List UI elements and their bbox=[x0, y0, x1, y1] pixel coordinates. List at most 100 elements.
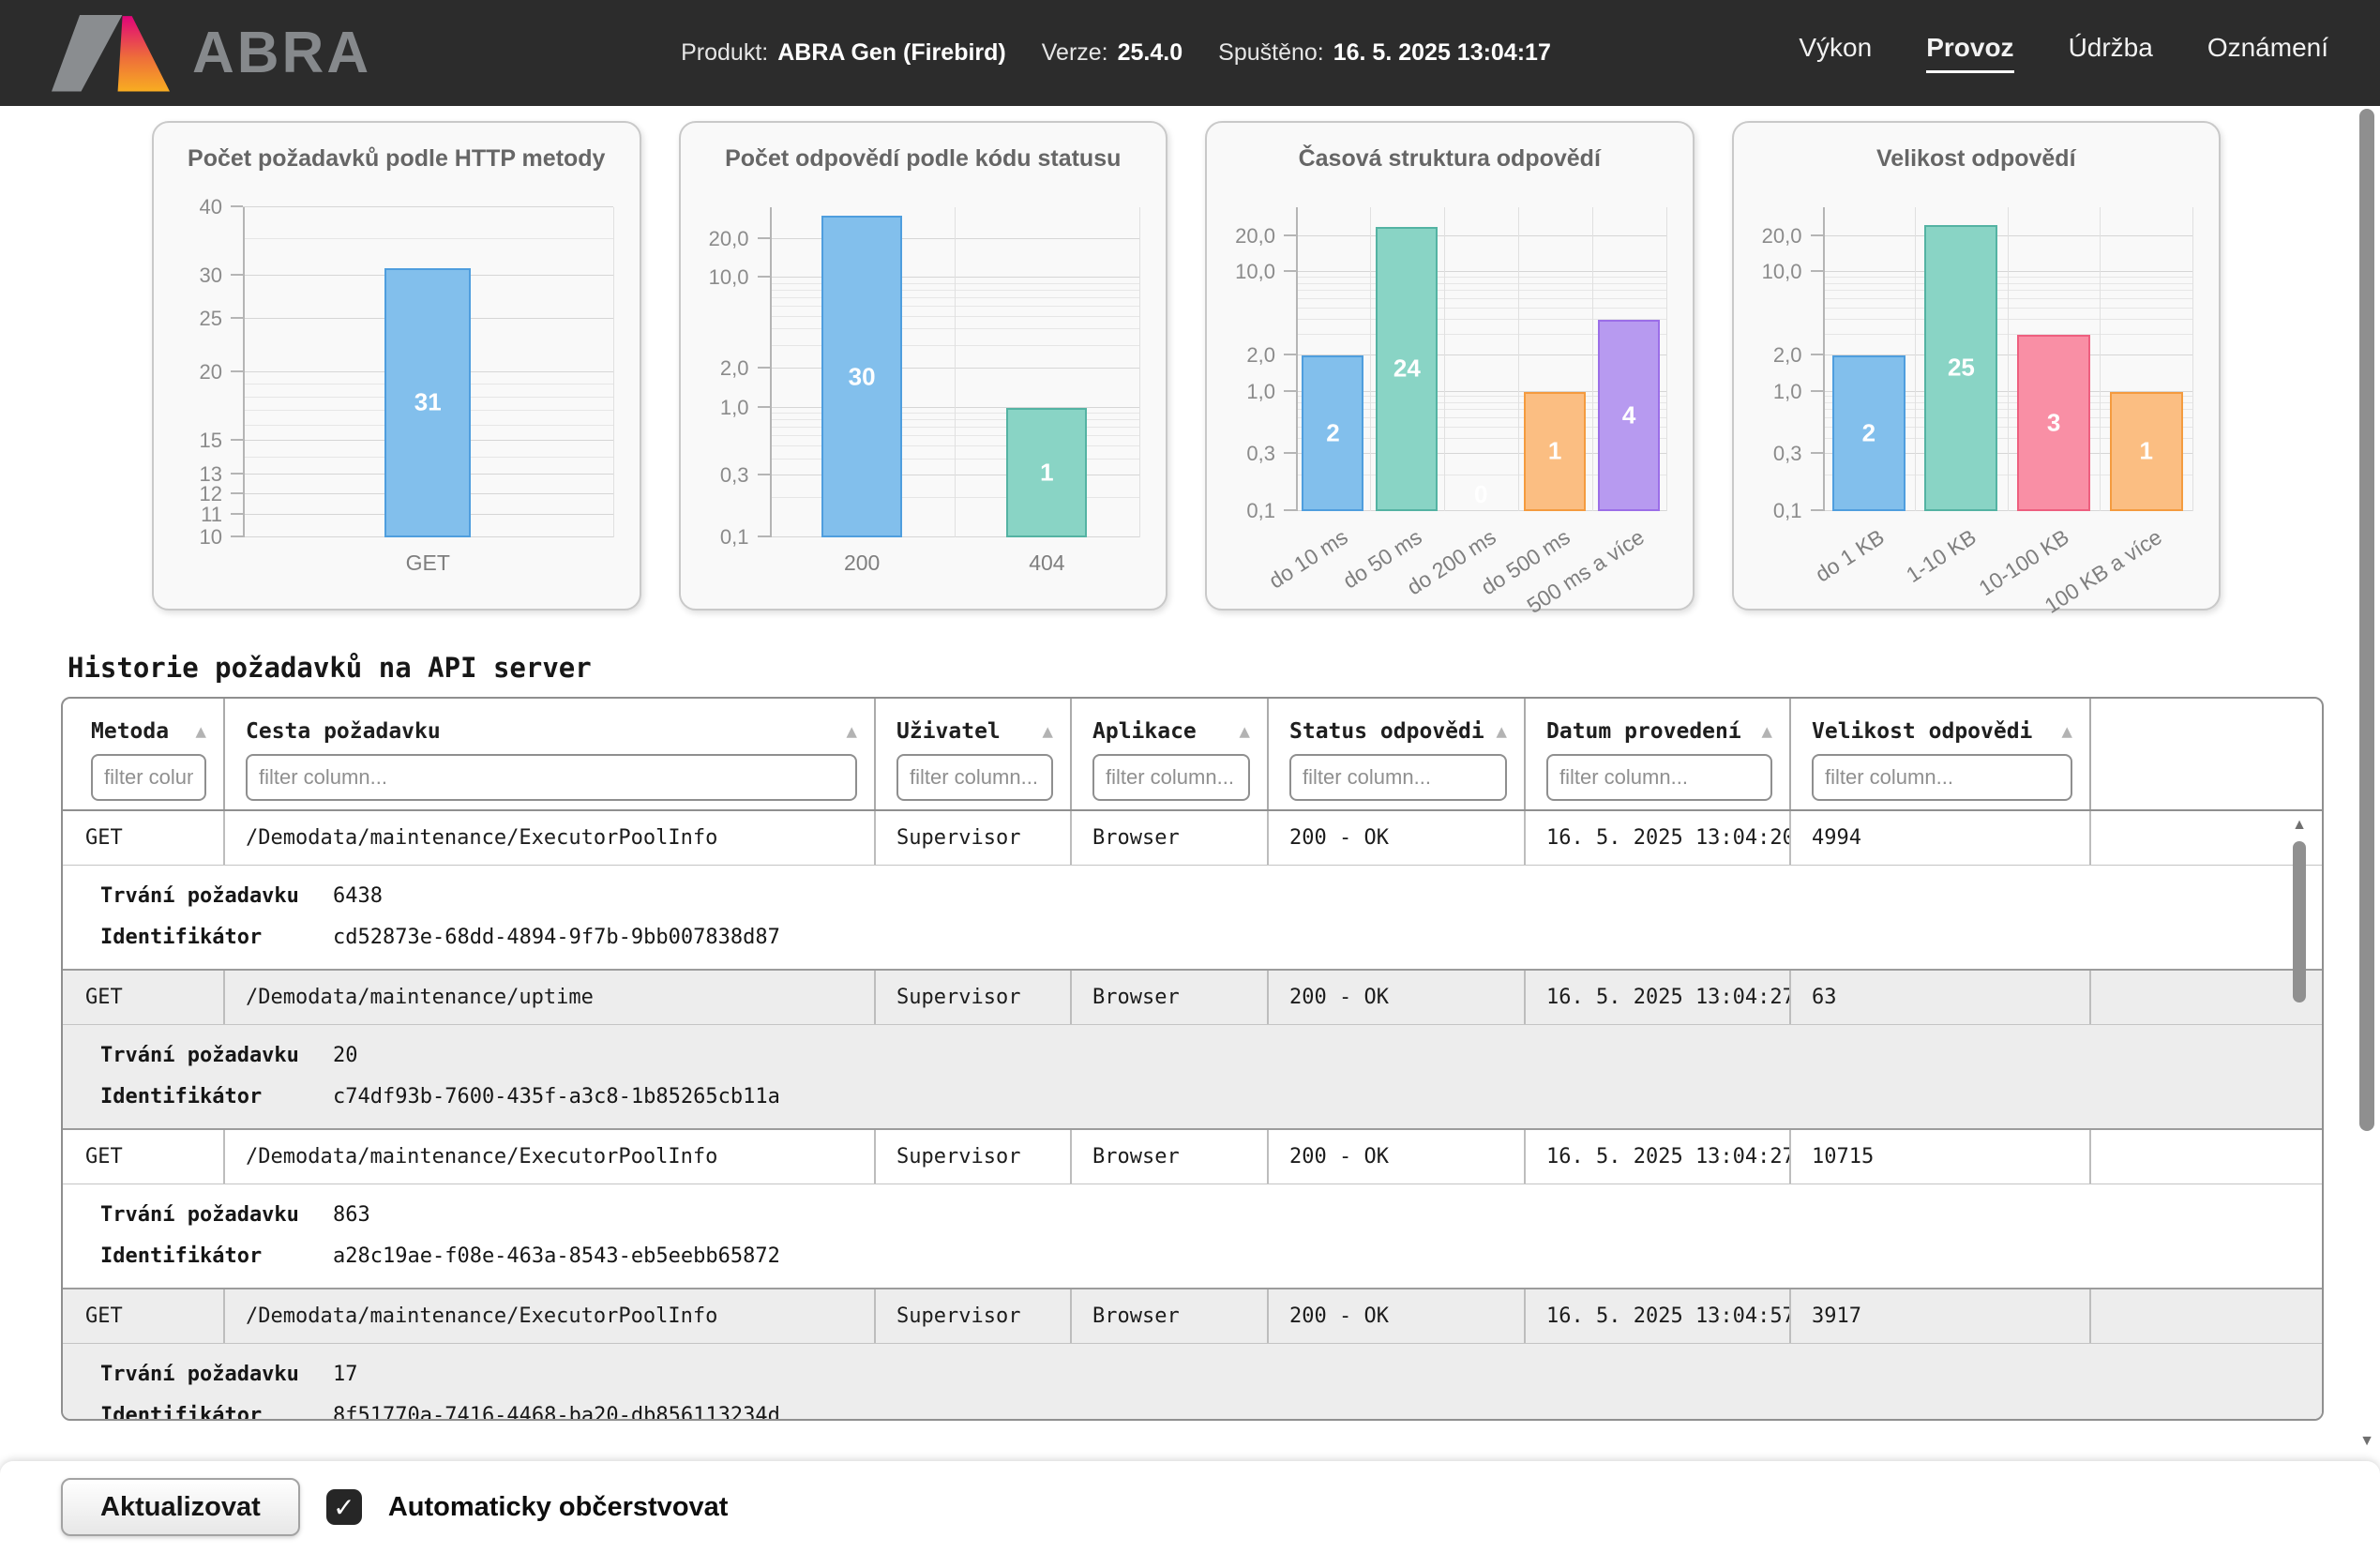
cell-path: /Demodata/maintenance/ExecutorPoolInfo bbox=[223, 1289, 874, 1343]
bar-value-label: 4 bbox=[1622, 400, 1635, 430]
table-row[interactable]: GET/Demodata/maintenance/uptimeSuperviso… bbox=[63, 971, 2322, 1025]
column-label: Aplikace bbox=[1092, 719, 1197, 744]
grid-vline bbox=[1370, 207, 1371, 511]
nav-item-provoz[interactable]: Provoz bbox=[1926, 33, 2013, 73]
nav-item-udrzba[interactable]: Údržba bbox=[2069, 33, 2153, 73]
filter-input-status[interactable] bbox=[1289, 754, 1507, 801]
column-sort-app[interactable]: Aplikace ▲ bbox=[1092, 714, 1250, 749]
chart-plot: 10111213152025304031GET bbox=[243, 207, 613, 537]
detail-identifier-value: cd52873e-68dd-4894-9f7b-9bb007838d87 bbox=[333, 926, 780, 949]
auto-refresh-checkbox[interactable]: ✓ bbox=[326, 1489, 362, 1525]
detail-duration-label: Trvání požadavku bbox=[100, 1203, 333, 1227]
scroll-up-icon[interactable]: ▲ bbox=[2290, 817, 2309, 834]
grid-vline bbox=[1592, 207, 1593, 511]
gridline bbox=[1296, 283, 1666, 284]
sort-asc-icon[interactable]: ▲ bbox=[1762, 721, 1772, 742]
y-tick-label: 40 bbox=[200, 195, 222, 219]
nav-item-oznameni[interactable]: Oznámení bbox=[2207, 33, 2328, 73]
table-row[interactable]: GET/Demodata/maintenance/ExecutorPoolInf… bbox=[63, 1130, 2322, 1184]
y-tick-label: 10,0 bbox=[1762, 260, 1802, 284]
table-scrollbar[interactable]: ▲ bbox=[2290, 817, 2309, 1413]
table-body: GET/Demodata/maintenance/ExecutorPoolInf… bbox=[63, 811, 2322, 1421]
column-sort-size[interactable]: Velikost odpovědi ▲ bbox=[1812, 714, 2072, 749]
tick-mark bbox=[231, 535, 243, 537]
table-row[interactable]: GET/Demodata/maintenance/ExecutorPoolInf… bbox=[63, 811, 2322, 866]
sort-asc-icon[interactable]: ▲ bbox=[1043, 721, 1053, 742]
y-tick-label: 0,3 bbox=[1773, 442, 1802, 466]
filter-input-user[interactable] bbox=[896, 754, 1053, 801]
tick-mark bbox=[1811, 354, 1823, 355]
column-sort-status[interactable]: Status odpovědi ▲ bbox=[1289, 714, 1507, 749]
sort-asc-icon[interactable]: ▲ bbox=[196, 721, 206, 742]
sort-asc-icon[interactable]: ▲ bbox=[1497, 721, 1507, 742]
main-nav: Výkon Provoz Údržba Oznámení bbox=[1799, 33, 2328, 73]
refresh-button[interactable]: Aktualizovat bbox=[61, 1478, 300, 1536]
row-detail: Trvání požadavku17Identifikátor8f51770a-… bbox=[63, 1344, 2322, 1421]
y-tick-label: 10,0 bbox=[1235, 260, 1275, 284]
x-tick-label: 1-10 KB bbox=[1902, 524, 1981, 588]
detail-identifier-label: Identifikátor bbox=[100, 1404, 333, 1422]
y-tick-label: 0,1 bbox=[720, 525, 749, 550]
detail-duration: Trvání požadavku6438 bbox=[100, 875, 2322, 916]
column-sort-path[interactable]: Cesta požadavku▲ bbox=[246, 714, 857, 749]
bar-200: 30 bbox=[821, 216, 902, 537]
grid-vline bbox=[2100, 207, 2101, 511]
tick-mark bbox=[231, 205, 243, 207]
detail-identifier-value: 8f51770a-7416-4468-ba20-db856113234d bbox=[333, 1404, 780, 1422]
gridline bbox=[243, 206, 613, 207]
y-tick-label: 2,0 bbox=[1246, 343, 1275, 368]
grid-vline bbox=[2192, 207, 2193, 511]
filter-input-size[interactable] bbox=[1812, 754, 2072, 801]
started-group: Spuštěno: 16. 5. 2025 13:04:17 bbox=[1218, 39, 1551, 67]
column-sort-method[interactable]: Metoda▲ bbox=[91, 714, 206, 749]
cell-size: 10715 bbox=[1789, 1130, 2089, 1184]
tick-mark bbox=[758, 237, 770, 239]
grid-vline bbox=[1915, 207, 1916, 511]
column-label: Velikost odpovědi bbox=[1812, 719, 2032, 744]
scroll-down-icon[interactable]: ▼ bbox=[2358, 1433, 2375, 1450]
cell-app: Browser bbox=[1070, 971, 1267, 1024]
filter-input-date[interactable] bbox=[1546, 754, 1772, 801]
sort-asc-icon[interactable]: ▲ bbox=[1240, 721, 1250, 742]
y-tick-label: 15 bbox=[200, 429, 222, 453]
tick-mark bbox=[1284, 452, 1296, 454]
x-tick-label: GET bbox=[406, 550, 450, 576]
filter-input-method[interactable] bbox=[91, 754, 206, 801]
y-tick-label: 2,0 bbox=[720, 356, 749, 381]
tick-mark bbox=[758, 535, 770, 537]
sort-asc-icon[interactable]: ▲ bbox=[2062, 721, 2072, 742]
table-row-group: GET/Demodata/maintenance/uptimeSuperviso… bbox=[63, 971, 2322, 1130]
filter-input-app[interactable] bbox=[1092, 754, 1250, 801]
table-header-row: Metoda▲ Cesta požadavku▲ Uživatel▲ Aplikace… bbox=[63, 699, 2322, 811]
tick-mark bbox=[231, 513, 243, 515]
page-scrollbar-thumb[interactable] bbox=[2359, 109, 2374, 1131]
x-tick-label: do 1 KB bbox=[1811, 524, 1889, 587]
y-tick-label: 0,3 bbox=[720, 463, 749, 488]
version-value: 25.4.0 bbox=[1118, 39, 1183, 67]
chart-card-status-code-count: Počet odpovědí podle kódu statusu 0,10,3… bbox=[679, 121, 1168, 611]
tick-mark bbox=[231, 274, 243, 276]
cell-method: GET bbox=[63, 1289, 223, 1343]
grid-vline bbox=[1518, 207, 1519, 511]
page-scrollbar[interactable]: ▼ bbox=[2358, 107, 2375, 1450]
bar-500 ms a více: 4 bbox=[1598, 320, 1660, 511]
tick-mark bbox=[1284, 270, 1296, 272]
nav-item-vykon[interactable]: Výkon bbox=[1799, 33, 1872, 73]
cell-status: 200 - OK bbox=[1267, 1130, 1524, 1184]
column-label: Status odpovědi bbox=[1289, 719, 1484, 744]
tick-mark bbox=[1811, 452, 1823, 454]
detail-identifier-label: Identifikátor bbox=[100, 1244, 333, 1268]
gridline bbox=[1296, 235, 1666, 236]
auto-refresh-label[interactable]: Automaticky občerstvovat bbox=[388, 1492, 729, 1523]
filter-input-path[interactable] bbox=[246, 754, 857, 801]
cell-size: 63 bbox=[1789, 971, 2089, 1024]
table-scrollbar-thumb[interactable] bbox=[2293, 841, 2306, 1003]
y-axis-line bbox=[1296, 207, 1298, 511]
sort-asc-icon[interactable]: ▲ bbox=[847, 721, 857, 742]
y-tick-label: 20,0 bbox=[709, 227, 749, 251]
bar-value-label: 2 bbox=[1326, 419, 1339, 448]
column-sort-user[interactable]: Uživatel▲ bbox=[896, 714, 1053, 749]
column-sort-date[interactable]: Datum provedení▲ bbox=[1546, 714, 1772, 749]
table-row[interactable]: GET/Demodata/maintenance/ExecutorPoolInf… bbox=[63, 1289, 2322, 1344]
bar-1-10 KB: 25 bbox=[1924, 225, 1997, 511]
